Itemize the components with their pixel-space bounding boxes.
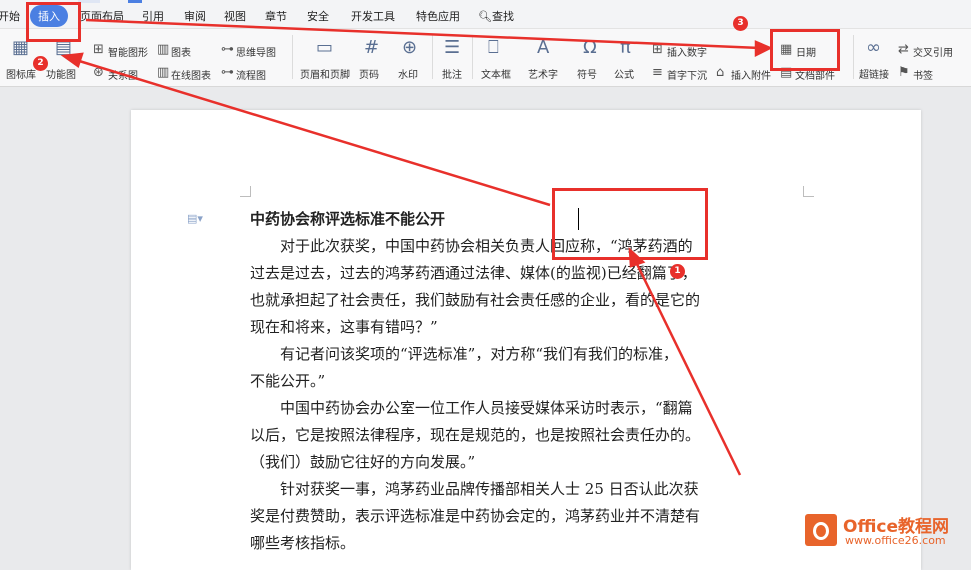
arrow-3-head: [754, 40, 773, 58]
arrow-1: [634, 261, 742, 476]
watermark-line2: www.office26.com: [845, 534, 946, 547]
step-badge-1: 1: [670, 264, 685, 279]
arrow-3: [85, 18, 761, 50]
highlight-cursor-area: [552, 188, 708, 260]
highlight-insert-tab: [26, 2, 81, 42]
highlight-date-button: [770, 29, 840, 71]
step-badge-2: 2: [33, 56, 48, 71]
annotation-arrows: [60, 18, 773, 476]
arrow-2-head: [60, 52, 84, 69]
step-badge-3: 3: [733, 16, 748, 31]
site-watermark: Office教程网 www.office26.com: [805, 512, 965, 552]
arrow-2: [75, 58, 551, 207]
office-logo-icon: [805, 514, 837, 546]
